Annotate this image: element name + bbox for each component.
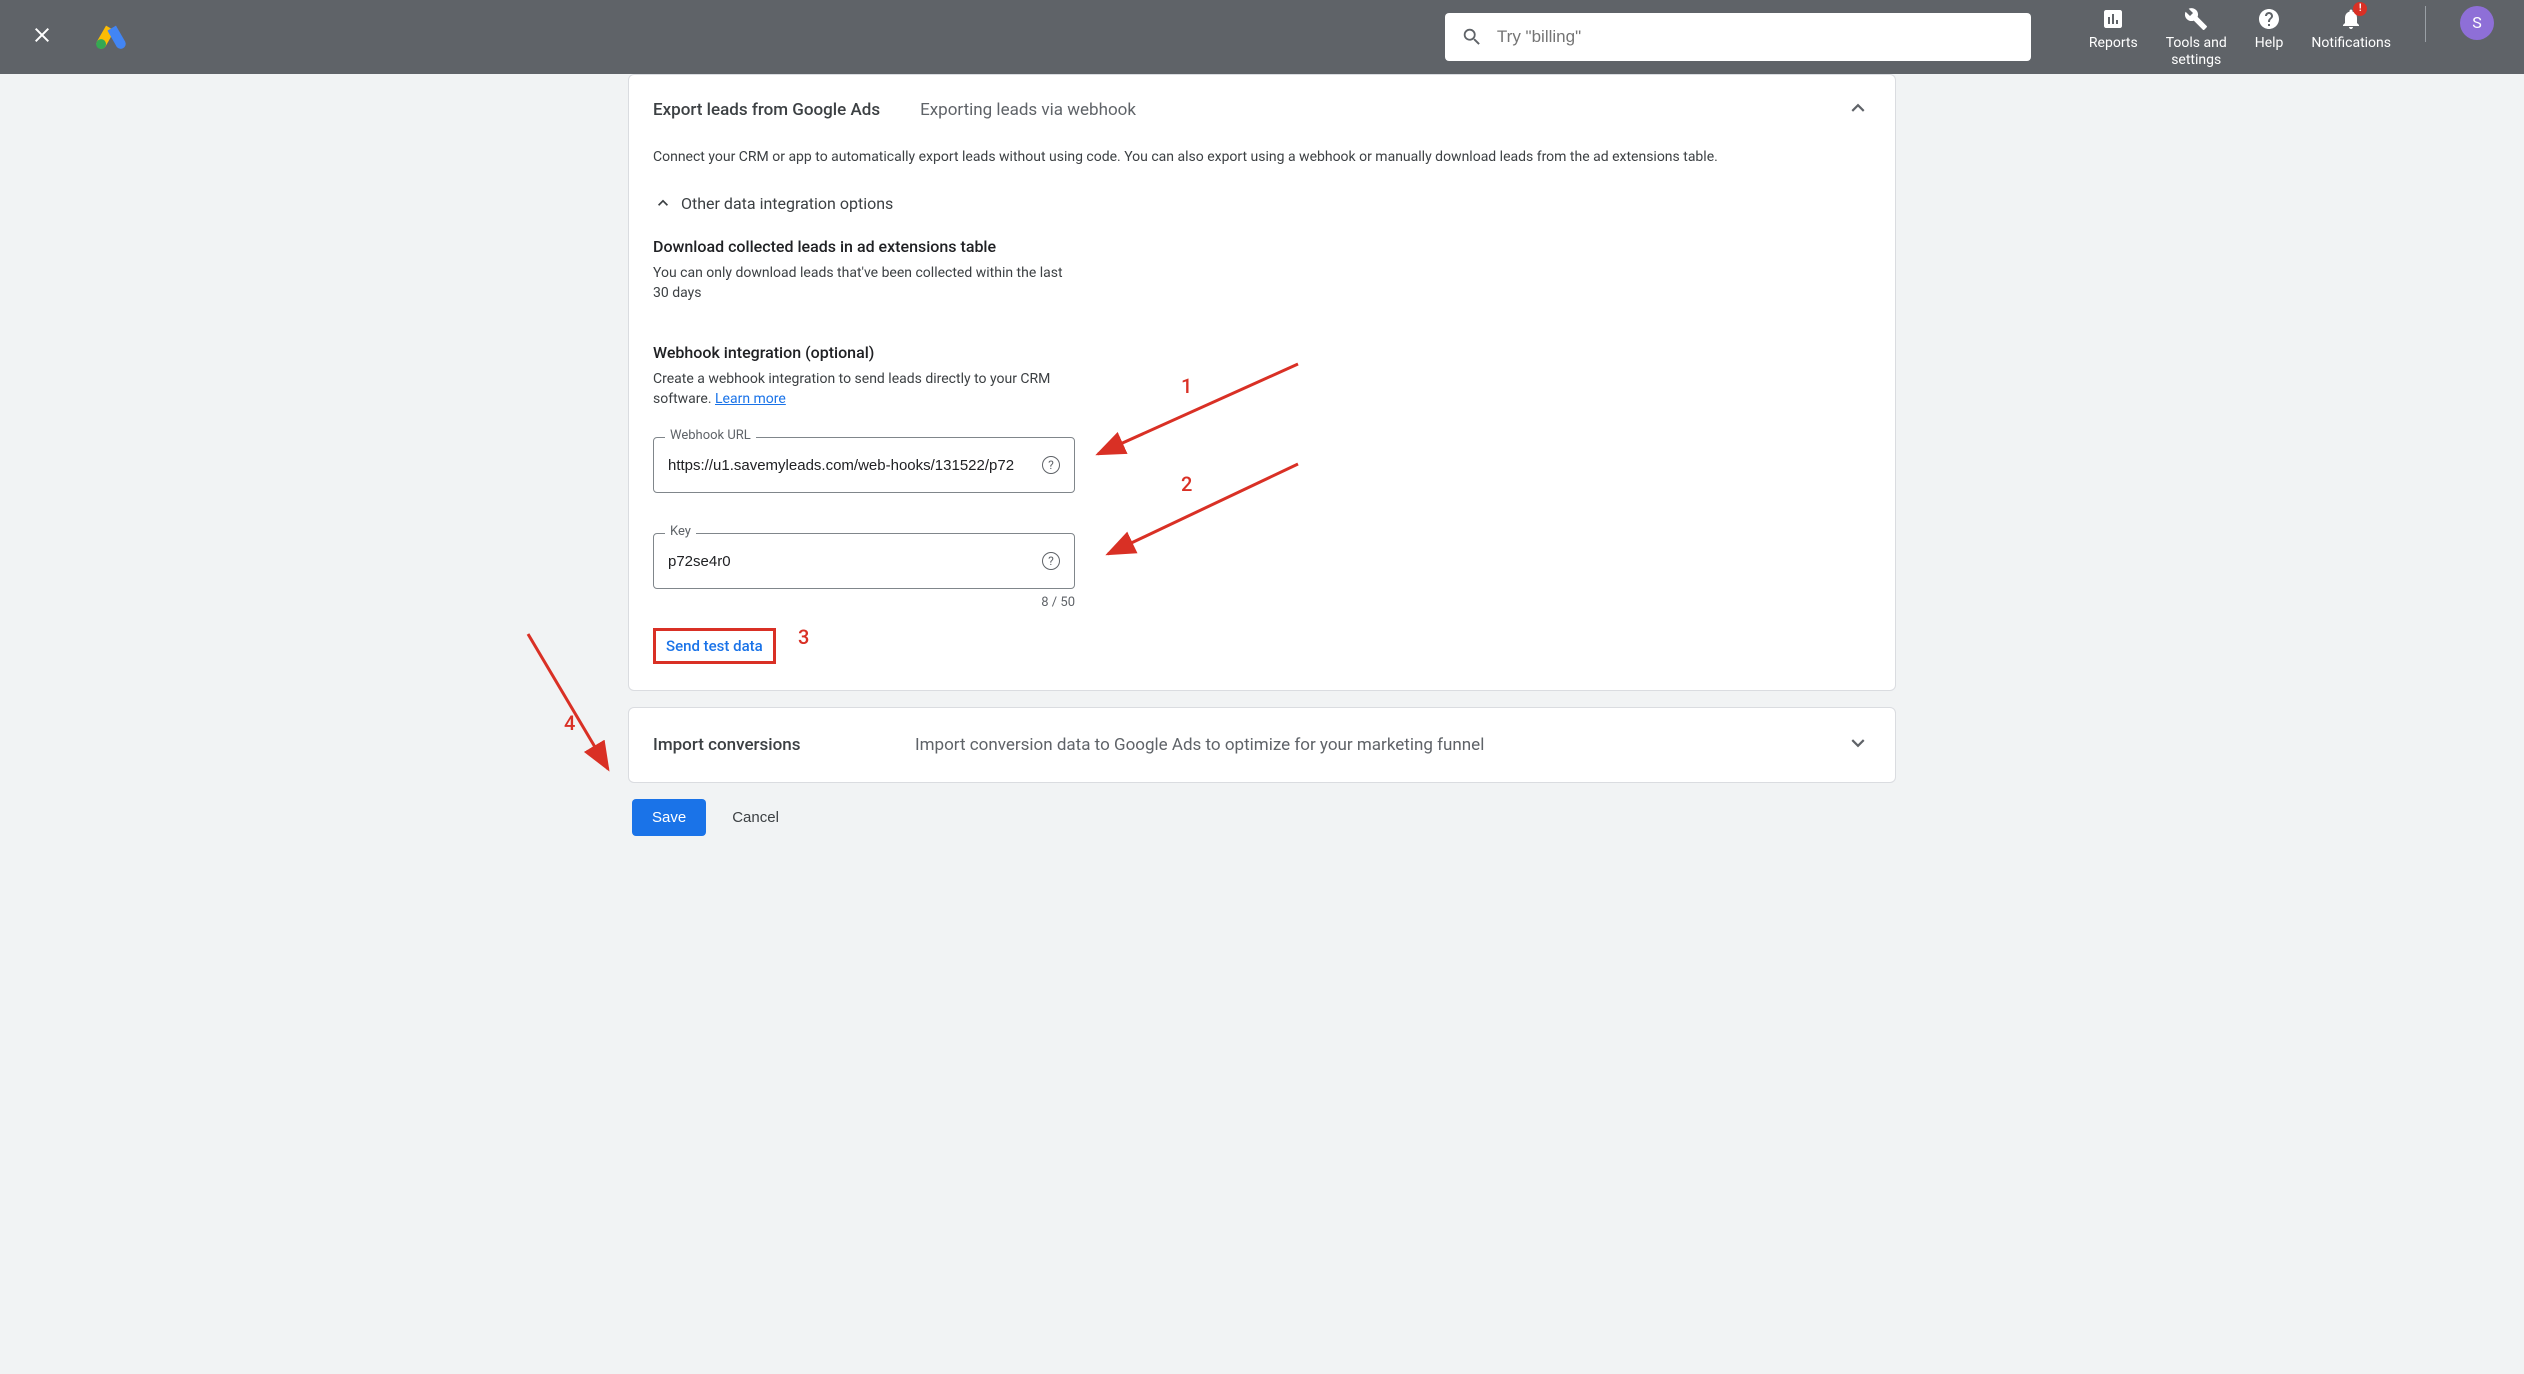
webhook-key-input[interactable] xyxy=(668,553,1034,570)
search-icon xyxy=(1461,26,1483,48)
download-desc: You can only download leads that've been… xyxy=(653,264,1063,303)
notifications-button[interactable]: ! Notifications xyxy=(2311,6,2391,52)
annotation-4: 4 xyxy=(564,711,575,735)
search-wrapper xyxy=(1445,13,2031,61)
webhook-key-field: Key ? xyxy=(653,533,1075,589)
search-input[interactable] xyxy=(1497,27,2015,47)
learn-more-link[interactable]: Learn more xyxy=(715,391,786,407)
import-title: Import conversions xyxy=(653,735,915,755)
reports-button[interactable]: Reports xyxy=(2089,6,2138,52)
download-section: Download collected leads in ad extension… xyxy=(653,237,1871,303)
user-avatar[interactable]: S xyxy=(2460,6,2494,40)
help-icon xyxy=(2257,6,2281,32)
save-button[interactable]: Save xyxy=(632,799,706,836)
expand-toggle[interactable] xyxy=(1845,730,1871,760)
close-icon[interactable] xyxy=(30,23,54,52)
webhook-url-label: Webhook URL xyxy=(665,428,756,443)
help-button[interactable]: Help xyxy=(2255,6,2284,52)
notification-badge: ! xyxy=(2353,2,2367,16)
webhook-key-label: Key xyxy=(665,524,696,539)
header-divider xyxy=(2425,6,2426,42)
import-conversions-card[interactable]: Import conversions Import conversion dat… xyxy=(628,707,1896,783)
webhook-section: Webhook integration (optional) Create a … xyxy=(653,343,1871,664)
webhook-url-field: Webhook URL ? xyxy=(653,437,1075,493)
search-box[interactable] xyxy=(1445,13,2031,61)
reports-icon xyxy=(2101,6,2125,32)
annotation-2: 2 xyxy=(1181,472,1192,496)
collapse-toggle[interactable] xyxy=(1845,95,1871,125)
webhook-url-input[interactable] xyxy=(668,457,1034,474)
chevron-down-icon xyxy=(1845,730,1871,756)
export-leads-card: Export leads from Google Ads Exporting l… xyxy=(628,74,1896,691)
footer-actions: Save Cancel xyxy=(628,799,1896,836)
cancel-button[interactable]: Cancel xyxy=(732,809,779,826)
key-char-counter: 8 / 50 xyxy=(653,595,1075,610)
download-heading: Download collected leads in ad extension… xyxy=(653,237,1871,256)
send-test-data-button[interactable]: Send test data xyxy=(653,628,776,664)
wrench-icon xyxy=(2184,6,2208,32)
bell-icon: ! xyxy=(2339,6,2363,32)
annotation-3: 3 xyxy=(798,625,809,649)
export-title: Export leads from Google Ads xyxy=(653,100,880,120)
chevron-up-icon xyxy=(1845,95,1871,121)
webhook-desc: Create a webhook integration to send lea… xyxy=(653,370,1063,409)
help-icon[interactable]: ? xyxy=(1042,456,1060,474)
import-desc: Import conversion data to Google Ads to … xyxy=(915,735,1484,755)
tools-settings-button[interactable]: Tools and settings xyxy=(2166,6,2227,69)
google-ads-logo xyxy=(94,20,128,54)
export-description: Connect your CRM or app to automatically… xyxy=(653,149,1871,165)
header-actions: Reports Tools and settings Help ! Notifi… xyxy=(2089,6,2494,69)
page-content: Export leads from Google Ads Exporting l… xyxy=(618,74,1906,856)
export-subtitle: Exporting leads via webhook xyxy=(920,100,1136,120)
help-icon[interactable]: ? xyxy=(1042,552,1060,570)
export-card-header: Export leads from Google Ads Exporting l… xyxy=(653,95,1871,125)
annotation-1: 1 xyxy=(1181,374,1192,398)
app-header: Reports Tools and settings Help ! Notifi… xyxy=(0,0,2524,74)
other-options-toggle[interactable]: Other data integration options xyxy=(653,193,1871,213)
webhook-heading: Webhook integration (optional) xyxy=(653,343,1871,362)
chevron-up-icon xyxy=(653,193,673,213)
